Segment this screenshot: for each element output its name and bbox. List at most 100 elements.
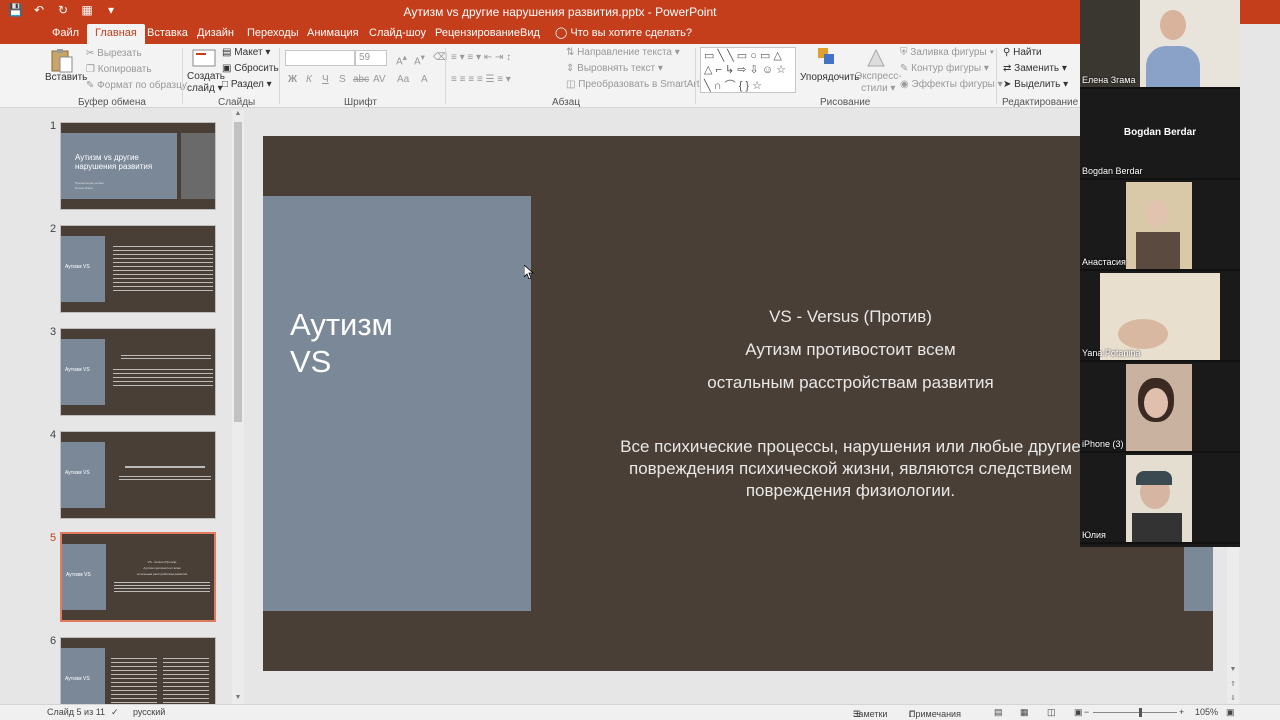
thumb-title: Аутизм VS [65,676,90,682]
replace-button[interactable]: ⇄ Заменить ▾ [1003,63,1067,74]
thumbnails-scrollbar[interactable]: ▲ ▼ [232,110,244,704]
layout-button[interactable]: ▤ Макет ▾ [222,47,270,58]
shape-fill-button[interactable]: ⛨ Заливка фигуры ▾ [900,47,994,58]
zoom-slider-knob[interactable] [1139,708,1142,717]
text-direction-label: Направление текста [577,47,672,58]
change-case-button[interactable]: Aa [397,74,409,85]
font-family-input[interactable] [285,50,355,66]
tab-home[interactable]: Главная [87,24,145,44]
shapes-row-3[interactable]: ╲ ∩ ⌒ { } ☆ [704,77,762,93]
slide-left-panel [263,196,531,611]
slide-thumbnail-1[interactable]: Аутизм vs другие нарушения развития През… [60,122,216,210]
reading-view-icon[interactable]: ◫ [1047,707,1056,718]
participant-tile[interactable]: Елена Згама [1080,0,1240,89]
separator [996,48,997,104]
strikethrough-button[interactable]: abc [353,74,369,85]
tab-design[interactable]: Дизайн [197,24,234,44]
slide-heading[interactable]: Аутизм VS [290,306,393,380]
thumb-text-block [119,476,211,482]
copy-button[interactable]: ❐ Копировать [86,64,152,75]
tell-me-box[interactable]: ◯ Что вы хотите сделать? [555,24,692,44]
slide-thumbnail-3[interactable]: Аутизм VS [60,328,216,416]
grow-font-icon[interactable]: A▴ [396,52,407,67]
slide-body-text[interactable]: VS - Versus (Против) Аутизм противостоит… [583,300,1118,399]
tab-insert[interactable]: Вставка [147,24,188,44]
spellcheck-icon[interactable]: ✓ [111,707,119,718]
fit-slide-icon[interactable]: ▣ [1226,707,1235,718]
clipboard-group-label: Буфер обмена [78,97,146,108]
italic-button[interactable]: К [306,74,312,85]
slide-sorter-icon[interactable]: ▦ [1020,707,1029,718]
tab-animations[interactable]: Анимация [307,24,359,44]
arrange-icon[interactable] [812,46,840,72]
thumb-text-block [114,582,210,592]
canvas-scrollbar[interactable]: ▼ ⇑ ⇓ [1227,547,1239,704]
participant-tile[interactable]: Bogdan Berdar Bogdan Berdar [1080,91,1240,180]
quick-styles-icon[interactable] [862,46,890,72]
bullets-icon[interactable]: ≡ ▾ ≡ ▾ ⇤ ⇥ ↕ [451,52,511,63]
reset-button[interactable]: ▣ Сбросить [222,63,279,74]
participant-tile[interactable]: Анастасия [1080,182,1240,271]
find-button[interactable]: ⚲ Найти [1003,47,1042,58]
tab-review[interactable]: Рецензирование [435,24,520,44]
tab-transitions[interactable]: Переходы [247,24,299,44]
shapes-row-1[interactable]: ▭ ╲ ╲ ▭ ○ ▭ △ [704,49,782,62]
tab-file[interactable]: Файл [52,24,79,44]
smartart-button[interactable]: ◫ Преобразовать в SmartArt ▾ [566,79,707,90]
shape-outline-button[interactable]: ✎ Контур фигуры ▾ [900,63,989,74]
slide-thumbnail-6[interactable]: Аутизм VS [60,637,216,704]
shapes-gallery[interactable]: ▭ ╲ ╲ ▭ ○ ▭ △ △ ⌐ ↳ ⇨ ⇩ ☺ ☆ ╲ ∩ ⌒ { } ☆ [700,47,796,93]
language-indicator[interactable]: русский [133,707,165,717]
paste-button[interactable]: Вставить [45,72,87,83]
avatar [1136,471,1172,485]
prev-slide-icon[interactable]: ⇑ [1227,680,1239,690]
tab-view[interactable]: Вид [520,24,540,44]
font-size-input[interactable]: 59 [355,50,387,66]
normal-view-icon[interactable]: ▤ [994,707,1003,718]
participant-tile[interactable]: Yana Potanina [1080,273,1240,362]
quick-styles-button[interactable]: Экспресс-стили ▾ [855,71,902,95]
zoom-out-icon[interactable]: − [1084,707,1089,717]
slideshow-view-icon[interactable]: ▣ [1074,707,1083,718]
cut-button[interactable]: ✂ Вырезать [86,48,142,59]
zoom-slider[interactable] [1093,712,1177,713]
next-slide-icon[interactable]: ⇓ [1227,694,1239,704]
arrange-button[interactable]: Упорядочить [800,72,860,83]
paragraph-group-label: Абзац [552,97,581,108]
align-text-button[interactable]: ⇕ Выровнять текст ▾ [566,63,663,74]
avatar [1136,232,1180,269]
format-painter-button[interactable]: ✎ Формат по образцу [86,80,187,91]
text-direction-button[interactable]: ⇅ Направление текста ▾ [566,47,680,58]
participant-tile[interactable]: iPhone (3) [1080,364,1240,453]
shape-effects-button[interactable]: ◉ Эффекты фигуры ▾ [900,79,1003,90]
slide-paragraph[interactable]: Все психические процессы, нарушения или … [583,436,1118,502]
shapes-row-2[interactable]: △ ⌐ ↳ ⇨ ⇩ ☺ ☆ [704,63,786,76]
font-color-button[interactable]: A [421,74,428,85]
zoom-level[interactable]: 105% [1195,707,1218,717]
tab-slideshow[interactable]: Слайд-шоу [369,24,426,44]
char-spacing-button[interactable]: AV [373,74,386,85]
slide-right-panel [1184,546,1213,611]
slide-thumbnail-4[interactable]: Аутизм VS [60,431,216,519]
shadow-button[interactable]: S [339,74,346,85]
current-slide[interactable]: Аутизм VS VS - Versus (Против) Аутизм пр… [263,136,1213,671]
paste-icon[interactable] [48,48,76,74]
shrink-font-icon[interactable]: A▾ [414,52,425,67]
scroll-down-icon[interactable]: ▼ [232,694,244,704]
separator [279,48,280,104]
scroll-up-icon[interactable]: ▲ [232,110,244,120]
align-icons[interactable]: ≡ ≡ ≡ ≡ ☰ ≡ ▾ [451,74,511,85]
participant-tile[interactable]: Юлия [1080,455,1240,544]
section-button[interactable]: □ Раздел ▾ [222,79,272,90]
scrollbar-thumb[interactable] [234,122,242,422]
cut-label: Вырезать [97,48,142,59]
new-slide-button[interactable]: Создать слайд ▾ [187,71,225,95]
slide-thumbnail-2[interactable]: Аутизм VS [60,225,216,313]
bold-button[interactable]: Ж [288,74,297,85]
slide-thumbnail-5[interactable]: Аутизм VS VS - Versus (Против) Аутизм пр… [60,532,216,622]
separator [445,48,446,104]
scroll-down-icon[interactable]: ▼ [1227,666,1239,676]
select-button[interactable]: ➤ Выделить ▾ [1003,79,1068,90]
zoom-in-icon[interactable]: + [1179,707,1184,717]
underline-button[interactable]: Ч [322,74,329,85]
